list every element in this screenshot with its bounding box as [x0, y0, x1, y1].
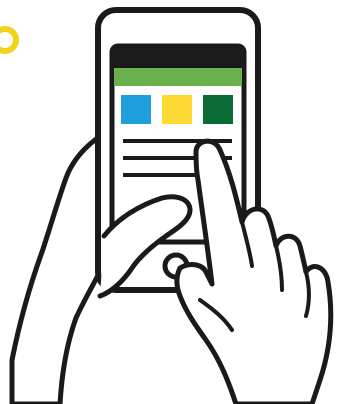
tile-blue[interactable] [121, 95, 151, 124]
smartphone-hands-svg [0, 7, 334, 404]
tile-yellow[interactable] [162, 95, 192, 124]
header-bar [114, 68, 242, 86]
ring-icon [0, 26, 19, 54]
tile-green[interactable] [203, 95, 233, 124]
status-bar-fill [114, 48, 242, 68]
illustration [0, 0, 338, 404]
